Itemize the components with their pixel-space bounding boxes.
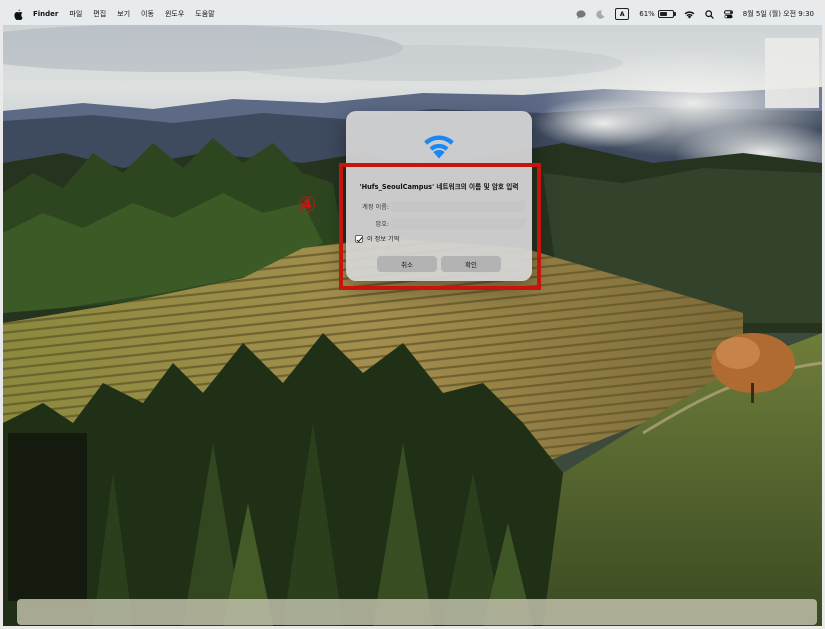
spotlight-search-icon[interactable] [705,9,714,19]
battery-percent: 61% [639,10,655,18]
dock[interactable] [17,599,817,625]
redacted-area [8,433,87,601]
control-center-icon[interactable] [723,9,733,19]
desktop-wallpaper [3,3,822,626]
do-not-disturb-icon[interactable] [596,9,605,19]
desktop-screen: Finder 파일 편집 보기 이동 윈도우 도움말 A 61% 8월 5일 (… [3,3,822,626]
menubar-clock[interactable]: 8월 5일 (월) 오전 9:30 [743,9,814,19]
apple-menu-icon[interactable] [13,9,23,20]
battery-status[interactable]: 61% [639,10,676,18]
annotation-step-marker: ④ [297,193,317,218]
input-source-icon[interactable]: A [615,8,630,20]
menu-file[interactable]: 파일 [69,9,82,19]
annotation-highlight-box [339,163,541,290]
redacted-area [765,38,819,108]
menu-help[interactable]: 도움말 [195,9,214,19]
battery-icon [657,10,676,18]
messages-icon[interactable] [576,9,586,19]
wifi-icon [424,135,454,159]
menu-edit[interactable]: 편집 [93,9,106,19]
menu-bar: Finder 파일 편집 보기 이동 윈도우 도움말 A 61% 8월 5일 (… [3,3,822,25]
wifi-status-icon[interactable] [684,10,695,19]
menu-go[interactable]: 이동 [141,9,154,19]
menu-finder[interactable]: Finder [33,10,58,18]
menu-view[interactable]: 보기 [117,9,130,19]
menu-window[interactable]: 윈도우 [165,9,184,19]
